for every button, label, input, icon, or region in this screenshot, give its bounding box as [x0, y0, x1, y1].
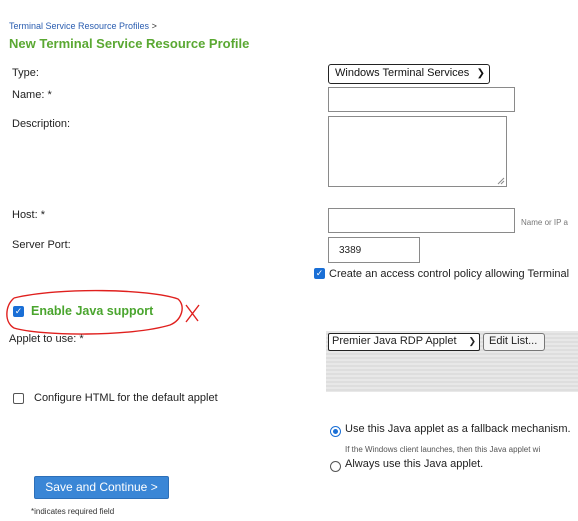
- applet-label: Applet to use: *: [9, 333, 84, 345]
- fallback-radio-label: Use this Java applet as a fallback mecha…: [345, 423, 571, 435]
- edit-list-button[interactable]: Edit List...: [483, 333, 545, 351]
- always-radio-label: Always use this Java applet.: [345, 458, 484, 470]
- annotation-circle: [6, 289, 200, 335]
- configure-html-label: Configure HTML for the default applet: [34, 392, 218, 404]
- always-radio[interactable]: [330, 461, 341, 472]
- required-field-note: *indicates required field: [31, 507, 115, 516]
- applet-select-value: Premier Java RDP Applet: [332, 335, 457, 347]
- chevron-down-icon: ❯: [468, 336, 476, 346]
- save-and-continue-button[interactable]: Save and Continue >: [34, 476, 169, 499]
- applet-select[interactable]: Premier Java RDP Applet ❯: [328, 333, 480, 351]
- fallback-note: If the Windows client launches, then thi…: [345, 445, 541, 454]
- applet-panel: Premier Java RDP Applet ❯ Edit List...: [326, 331, 578, 392]
- configure-html-checkbox[interactable]: [13, 393, 24, 404]
- fallback-radio[interactable]: [330, 426, 341, 437]
